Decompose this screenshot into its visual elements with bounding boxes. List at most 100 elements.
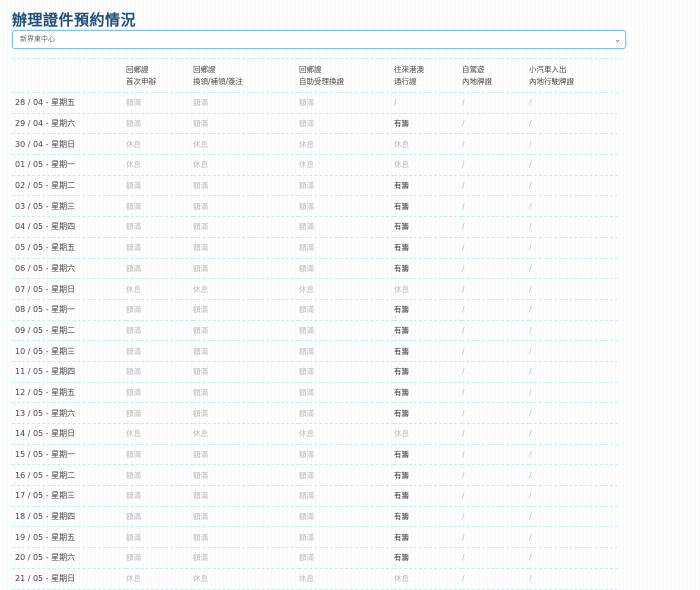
table-row: 02 / 05 - 星期二 額滿 額滿 額滿 有籌 / / <box>12 174 618 196</box>
status-cell: 額滿 <box>299 340 394 362</box>
status-cell: 額滿 <box>299 547 394 569</box>
date-cell: 21 / 05 - 星期日 <box>12 567 126 590</box>
table-row: 14 / 05 - 星期日 休息 休息 休息 休息 / / <box>12 423 618 445</box>
status-cell: 額滿 <box>299 216 394 238</box>
status-cell: 額滿 <box>126 216 193 238</box>
status-cell: 額滿 <box>193 526 299 548</box>
status-cell: / <box>462 154 529 176</box>
table-row: 01 / 05 - 星期一 休息 休息 休息 休息 / / <box>12 154 618 176</box>
status-cell: / <box>529 216 618 238</box>
status-cell: / <box>529 278 618 300</box>
status-cell: 有籌 <box>394 485 462 507</box>
office-select[interactable]: 新界東中心 ⌄ <box>12 30 626 49</box>
status-cell: 休息 <box>394 154 462 176</box>
status-cell: / <box>529 423 618 445</box>
date-cell: 29 / 04 - 星期六 <box>12 112 126 134</box>
column-header-line1: 自駕遊 <box>462 64 485 74</box>
column-header-line2: 內地行駛牌證 <box>529 76 574 86</box>
status-cell: / <box>462 360 529 383</box>
status-cell: 額滿 <box>126 236 193 258</box>
status-cell: 休息 <box>299 133 394 155</box>
column-header <box>12 58 126 93</box>
status-cell: 額滿 <box>193 340 299 362</box>
status-cell: 休息 <box>126 154 193 176</box>
status-cell: / <box>462 278 529 300</box>
booking-table: 回鄉證 首次申辦 回鄉證 換領/補領/簽注 回鄉證 自助受理換證 往來港澳 通行證 自駕遊 內地牌… <box>12 58 618 590</box>
status-cell: 額滿 <box>126 340 193 362</box>
table-row: 16 / 05 - 星期二 額滿 額滿 額滿 有籌 / / <box>12 464 618 486</box>
column-header: 回鄉證 首次申辦 <box>126 58 193 93</box>
status-cell: 有籌 <box>394 464 462 486</box>
status-cell: / <box>462 112 529 134</box>
status-cell: 有籌 <box>394 195 462 217</box>
status-cell: 額滿 <box>299 298 394 321</box>
status-cell: 休息 <box>299 154 394 176</box>
date-cell: 07 / 05 - 星期日 <box>12 278 126 300</box>
status-cell: 休息 <box>193 278 299 300</box>
status-cell: 額滿 <box>126 257 193 279</box>
status-cell: 額滿 <box>126 402 193 424</box>
status-cell: 有籌 <box>394 547 462 569</box>
status-cell: / <box>529 340 618 362</box>
status-cell: 額滿 <box>126 112 193 134</box>
column-header-line1: 回鄉證 <box>126 64 149 74</box>
status-cell: 休息 <box>193 154 299 176</box>
status-cell: 額滿 <box>126 195 193 217</box>
status-cell: / <box>462 298 529 321</box>
date-cell: 03 / 05 - 星期三 <box>12 195 126 217</box>
date-cell: 06 / 05 - 星期六 <box>12 257 126 279</box>
status-cell: 休息 <box>126 423 193 445</box>
status-cell: 額滿 <box>299 443 394 465</box>
office-select-value: 新界東中心 <box>20 35 55 43</box>
status-cell: 額滿 <box>193 298 299 321</box>
table-row: 17 / 05 - 星期三 額滿 額滿 額滿 有籌 / / <box>12 485 618 507</box>
table-row: 11 / 05 - 星期四 額滿 額滿 額滿 有籌 / / <box>12 360 618 383</box>
status-cell: 額滿 <box>299 174 394 196</box>
table-row: 08 / 05 - 星期一 額滿 額滿 額滿 有籌 / / <box>12 298 618 321</box>
status-cell: / <box>462 257 529 279</box>
status-cell: 有籌 <box>394 319 462 341</box>
status-cell: / <box>529 154 618 176</box>
status-cell: 休息 <box>126 133 193 155</box>
date-cell: 02 / 05 - 星期二 <box>12 174 126 196</box>
status-cell: 額滿 <box>299 236 394 258</box>
status-cell: / <box>462 567 529 590</box>
date-cell: 08 / 05 - 星期一 <box>12 298 126 321</box>
date-cell: 04 / 05 - 星期四 <box>12 216 126 238</box>
status-cell: 額滿 <box>126 381 193 403</box>
status-cell: / <box>529 526 618 548</box>
status-cell: 有籌 <box>394 505 462 527</box>
status-cell: / <box>462 195 529 217</box>
status-cell: 休息 <box>299 278 394 300</box>
status-cell: 額滿 <box>299 526 394 548</box>
column-header: 小汽車入出 內地行駛牌證 <box>529 58 618 93</box>
table-row: 07 / 05 - 星期日 休息 休息 休息 休息 / / <box>12 278 618 300</box>
column-header-line2: 換領/補領/簽注 <box>193 76 244 86</box>
date-cell: 09 / 05 - 星期二 <box>12 319 126 341</box>
chevron-down-icon: ⌄ <box>614 35 621 44</box>
status-cell: 額滿 <box>126 485 193 507</box>
table-row: 20 / 05 - 星期六 額滿 額滿 額滿 有籌 / / <box>12 547 618 569</box>
table-row: 19 / 05 - 星期五 額滿 額滿 額滿 有籌 / / <box>12 526 618 548</box>
status-cell: / <box>462 340 529 362</box>
status-cell: 額滿 <box>126 464 193 486</box>
page-title: 辦理證件預約情況 <box>12 11 137 29</box>
status-cell: 有籌 <box>394 402 462 424</box>
status-cell: / <box>529 133 618 155</box>
column-header-line2: 首次申辦 <box>126 76 156 86</box>
date-cell: 19 / 05 - 星期五 <box>12 526 126 548</box>
status-cell: 額滿 <box>299 112 394 134</box>
table-row: 13 / 05 - 星期六 額滿 額滿 額滿 有籌 / / <box>12 402 618 424</box>
status-cell: 休息 <box>394 567 462 590</box>
status-cell: 額滿 <box>193 485 299 507</box>
status-cell: 額滿 <box>193 257 299 279</box>
status-cell: / <box>462 133 529 155</box>
table-row: 21 / 05 - 星期日 休息 休息 休息 休息 / / <box>12 567 618 590</box>
status-cell: / <box>529 236 618 258</box>
table-row: 05 / 05 - 星期五 額滿 額滿 額滿 有籌 / / <box>12 236 618 258</box>
status-cell: / <box>394 92 462 114</box>
status-cell: / <box>462 485 529 507</box>
status-cell: 有籌 <box>394 216 462 238</box>
status-cell: 休息 <box>126 278 193 300</box>
status-cell: / <box>529 443 618 465</box>
